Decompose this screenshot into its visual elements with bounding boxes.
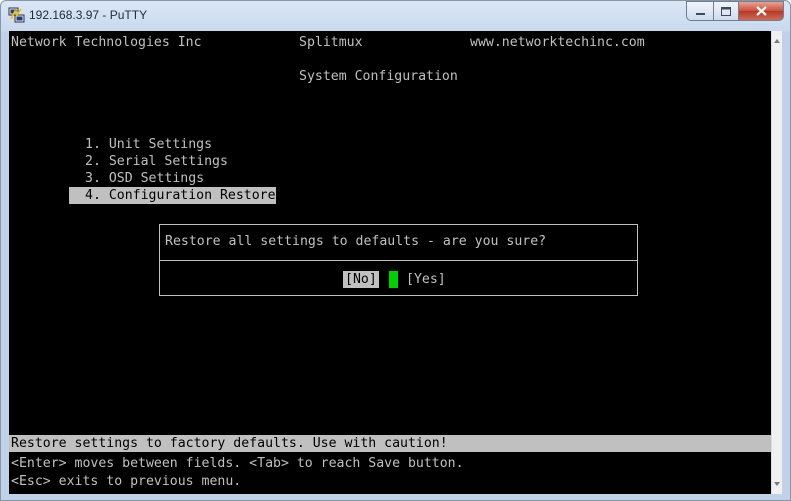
- dialog-divider: [160, 260, 637, 261]
- yes-button[interactable]: [Yes]: [406, 271, 446, 288]
- minimize-icon: [695, 12, 705, 15]
- close-icon: [755, 6, 767, 16]
- header-product: Splitmux: [299, 35, 363, 50]
- menu-item-unit-settings[interactable]: 1. Unit Settings: [85, 136, 212, 153]
- title-bar[interactable]: 192.168.3.97 - PuTTY: [1, 1, 790, 31]
- status-line-bar: Restore settings to factory defaults. Us…: [9, 435, 772, 452]
- menu-item-osd-settings[interactable]: 3. OSD Settings: [85, 170, 204, 187]
- putty-app-icon[interactable]: [8, 7, 25, 24]
- status-line: Restore settings to factory defaults. Us…: [11, 436, 448, 451]
- maximize-button[interactable]: [713, 1, 739, 21]
- dialog-message: Restore all settings to defaults - are y…: [165, 234, 547, 249]
- help-line-esc: <Esc> exits to previous menu.: [11, 474, 242, 489]
- help-line-enter: <Enter> moves between fields. <Tab> to r…: [11, 456, 464, 471]
- caption-buttons: [686, 1, 784, 21]
- header-website: www.networktechinc.com: [470, 35, 645, 50]
- menu-item-serial-settings[interactable]: 2. Serial Settings: [85, 153, 228, 170]
- maximize-icon: [721, 6, 731, 16]
- terminal-area[interactable]: Network Technologies Inc Splitmux www.ne…: [9, 31, 782, 494]
- text-cursor: [389, 271, 398, 288]
- no-button[interactable]: [No]: [343, 271, 379, 288]
- minimize-button[interactable]: [686, 1, 713, 21]
- scroll-down-icon[interactable]: [774, 482, 780, 486]
- confirm-dialog: Restore all settings to defaults - are y…: [159, 224, 638, 296]
- putty-window: 192.168.3.97 - PuTTY Network Technologie…: [0, 0, 791, 501]
- terminal-screen[interactable]: Network Technologies Inc Splitmux www.ne…: [9, 31, 772, 494]
- scroll-up-icon[interactable]: [774, 39, 780, 43]
- menu-item-configuration-restore[interactable]: 4. Configuration Restore: [69, 187, 276, 204]
- header-company: Network Technologies Inc: [11, 35, 202, 50]
- window-title: 192.168.3.97 - PuTTY: [29, 8, 148, 22]
- vertical-scrollbar[interactable]: [771, 31, 782, 494]
- close-button[interactable]: [739, 1, 784, 21]
- screen-title: System Configuration: [299, 69, 458, 84]
